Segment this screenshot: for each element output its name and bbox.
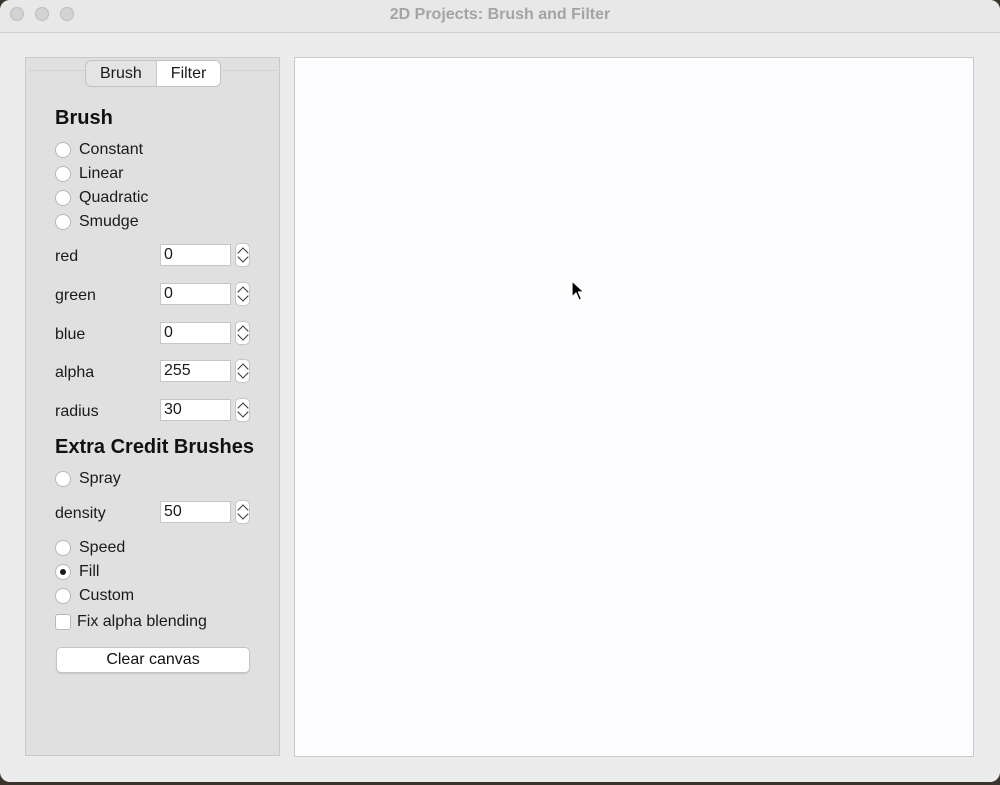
radio-label: Fill bbox=[79, 563, 100, 580]
green-label: green bbox=[55, 287, 96, 304]
blue-stepper[interactable] bbox=[235, 321, 250, 345]
radius-stepper[interactable] bbox=[235, 398, 250, 422]
radio-label: Quadratic bbox=[79, 189, 149, 206]
radio-label: Constant bbox=[79, 141, 144, 158]
radio-linear[interactable]: Linear bbox=[55, 163, 123, 185]
fix-alpha-checkbox-row[interactable]: Fix alpha blending bbox=[55, 611, 207, 633]
radio-label: Custom bbox=[79, 587, 135, 604]
window-title: 2D Projects: Brush and Filter bbox=[389, 6, 611, 23]
blue-field: blue 0 bbox=[55, 321, 255, 348]
radius-field: radius 30 bbox=[55, 398, 255, 425]
radio-button[interactable] bbox=[55, 142, 71, 158]
radio-fill[interactable]: Fill bbox=[55, 561, 99, 583]
radio-button-selected[interactable] bbox=[55, 564, 71, 580]
blue-label: blue bbox=[55, 326, 86, 343]
radio-button[interactable] bbox=[55, 588, 71, 604]
checkbox-label: Fix alpha blending bbox=[77, 613, 207, 630]
tab-bar: Brush Filter bbox=[85, 60, 222, 87]
radio-label: Spray bbox=[79, 470, 121, 487]
radio-button[interactable] bbox=[55, 190, 71, 206]
clear-canvas-button[interactable]: Clear canvas bbox=[56, 647, 250, 673]
app-window: 2D Projects: Brush and Filter Brush Filt… bbox=[0, 0, 1000, 782]
arrow-cursor-icon bbox=[571, 280, 585, 301]
radio-quadratic[interactable]: Quadratic bbox=[55, 187, 148, 209]
density-stepper[interactable] bbox=[235, 500, 250, 524]
drawing-canvas[interactable] bbox=[294, 57, 974, 757]
tab-filter[interactable]: Filter bbox=[155, 61, 221, 86]
radio-button[interactable] bbox=[55, 166, 71, 182]
radio-button[interactable] bbox=[55, 471, 71, 487]
red-field: red 0 bbox=[55, 243, 255, 270]
radio-custom[interactable]: Custom bbox=[55, 585, 134, 607]
brush-heading: Brush bbox=[55, 107, 113, 129]
radio-label: Linear bbox=[79, 165, 124, 182]
density-label: density bbox=[55, 505, 106, 522]
red-stepper[interactable] bbox=[235, 243, 250, 267]
alpha-label: alpha bbox=[55, 364, 95, 381]
radio-button[interactable] bbox=[55, 214, 71, 230]
radio-label: Smudge bbox=[79, 213, 139, 230]
red-label: red bbox=[55, 248, 79, 265]
density-input[interactable]: 50 bbox=[160, 501, 231, 523]
extra-credit-heading: Extra Credit Brushes bbox=[55, 436, 254, 458]
radius-input[interactable]: 30 bbox=[160, 399, 231, 421]
blue-input[interactable]: 0 bbox=[160, 322, 231, 344]
green-stepper[interactable] bbox=[235, 282, 250, 306]
radio-constant[interactable]: Constant bbox=[55, 139, 143, 161]
alpha-stepper[interactable] bbox=[235, 359, 250, 383]
radio-spray[interactable]: Spray bbox=[55, 468, 121, 490]
radio-label: Speed bbox=[79, 539, 126, 556]
title-bar: 2D Projects: Brush and Filter bbox=[0, 0, 1000, 33]
radio-button[interactable] bbox=[55, 540, 71, 556]
radius-label: radius bbox=[55, 403, 99, 420]
controls-panel: Brush Filter Brush Constant Linear Quadr… bbox=[25, 57, 280, 756]
green-input[interactable]: 0 bbox=[160, 283, 231, 305]
fix-alpha-checkbox[interactable] bbox=[55, 614, 71, 630]
alpha-input[interactable]: 255 bbox=[160, 360, 231, 382]
alpha-field: alpha 255 bbox=[55, 359, 255, 386]
red-input[interactable]: 0 bbox=[160, 244, 231, 266]
tab-brush[interactable]: Brush bbox=[86, 61, 156, 86]
radio-speed[interactable]: Speed bbox=[55, 537, 125, 559]
green-field: green 0 bbox=[55, 282, 255, 309]
radio-smudge[interactable]: Smudge bbox=[55, 211, 139, 233]
density-field: density 50 bbox=[55, 500, 255, 527]
